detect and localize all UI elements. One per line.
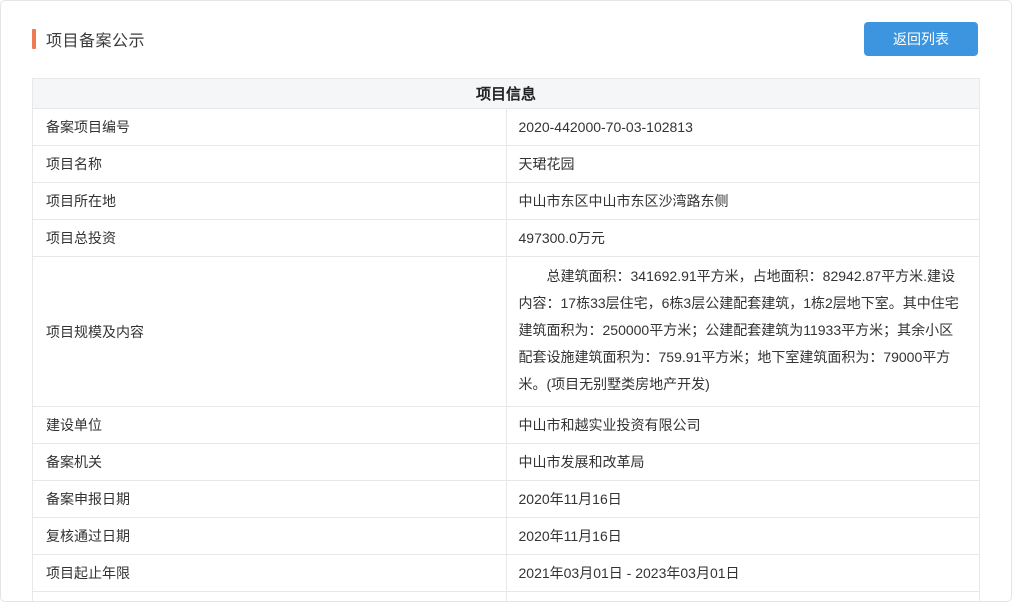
table-header-row: 项目信息: [32, 78, 980, 109]
row-label: 项目当前状态: [32, 591, 507, 601]
row-value: 2020年11月16日: [505, 480, 980, 518]
table-row: 项目名称 天珺花园: [32, 145, 980, 183]
row-label: 项目规模及内容: [32, 256, 507, 407]
filing-publicity-page: 项目备案公示 返回列表 项目信息 备案项目编号 2020-442000-70-0…: [0, 0, 1012, 602]
table-row: 项目所在地 中山市东区中山市东区沙湾路东侧: [32, 182, 980, 220]
row-value: 中山市发展和改革局: [505, 443, 980, 481]
table-row: 建设单位 中山市和越实业投资有限公司: [32, 406, 980, 444]
table-row: 项目当前状态 办结（通过）: [32, 591, 980, 601]
page-header: 项目备案公示 返回列表: [1, 1, 1011, 78]
table-row: 项目规模及内容 总建筑面积：341692.91平方米，占地面积：82942.87…: [32, 256, 980, 407]
table-row: 备案申报日期 2020年11月16日: [32, 480, 980, 518]
project-info-table: 项目信息 备案项目编号 2020-442000-70-03-102813 项目名…: [32, 78, 980, 601]
page-title: 项目备案公示: [46, 33, 146, 50]
row-label: 项目总投资: [32, 219, 507, 257]
row-label: 复核通过日期: [32, 517, 507, 555]
row-value: 497300.0万元: [505, 219, 980, 257]
table-row: 项目起止年限 2021年03月01日 - 2023年03月01日: [32, 554, 980, 592]
back-to-list-button[interactable]: 返回列表: [864, 22, 978, 56]
row-label: 项目名称: [32, 145, 507, 183]
row-value: 总建筑面积：341692.91平方米，占地面积：82942.87平方米.建设内容…: [505, 256, 980, 407]
table-row: 项目总投资 497300.0万元: [32, 219, 980, 257]
row-label: 建设单位: [32, 406, 507, 444]
project-info-table-wrap: 项目信息 备案项目编号 2020-442000-70-03-102813 项目名…: [1, 78, 1011, 601]
row-label: 备案申报日期: [32, 480, 507, 518]
row-label: 项目起止年限: [32, 554, 507, 592]
row-value: 中山市和越实业投资有限公司: [505, 406, 980, 444]
table-row: 备案项目编号 2020-442000-70-03-102813: [32, 108, 980, 146]
title-accent-bar: [32, 29, 36, 49]
row-value: 2020年11月16日: [505, 517, 980, 555]
table-title: 项目信息: [32, 78, 980, 109]
row-label: 项目所在地: [32, 182, 507, 220]
row-value: 2021年03月01日 - 2023年03月01日: [505, 554, 980, 592]
row-label: 备案机关: [32, 443, 507, 481]
row-value: 天珺花园: [505, 145, 980, 183]
row-value: 中山市东区中山市东区沙湾路东侧: [505, 182, 980, 220]
row-value: 2020-442000-70-03-102813: [505, 108, 980, 146]
row-value: 办结（通过）: [505, 591, 980, 601]
table-row: 备案机关 中山市发展和改革局: [32, 443, 980, 481]
row-label: 备案项目编号: [32, 108, 507, 146]
table-row: 复核通过日期 2020年11月16日: [32, 517, 980, 555]
title-wrap: 项目备案公示: [32, 27, 145, 51]
